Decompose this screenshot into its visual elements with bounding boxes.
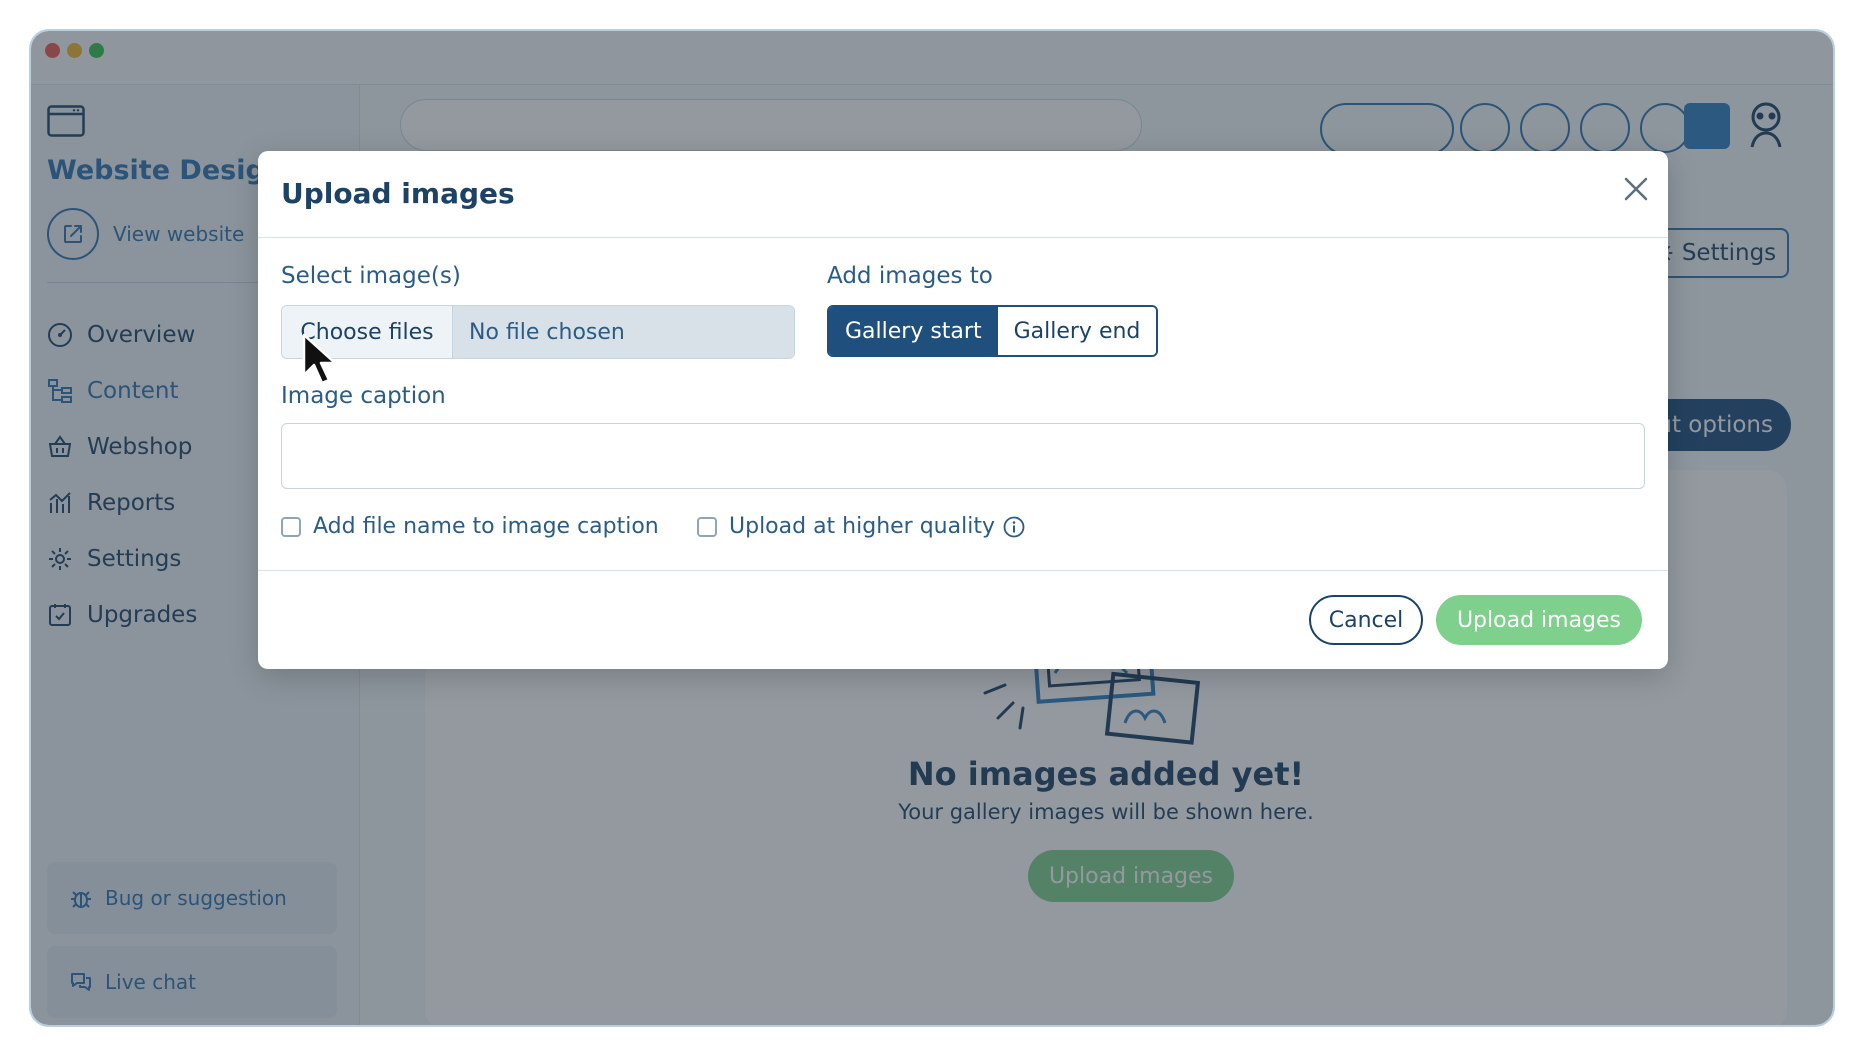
add-images-to-toggle: Gallery start Gallery end bbox=[827, 305, 1159, 357]
close-icon[interactable] bbox=[1620, 173, 1652, 205]
gallery-start-option[interactable]: Gallery start bbox=[829, 307, 998, 355]
file-input[interactable]: Choose files No file chosen bbox=[281, 305, 795, 359]
upload-images-modal: Upload images Select image(s) Choose fil… bbox=[258, 151, 1668, 669]
modal-header-divider bbox=[258, 237, 1668, 238]
browser-window: Website Design View website Overview Con… bbox=[29, 29, 1835, 1027]
add-images-to-label: Add images to bbox=[827, 263, 993, 289]
filename-caption-checkbox-row[interactable]: Add file name to image caption bbox=[281, 514, 659, 539]
filename-caption-label: Add file name to image caption bbox=[313, 514, 659, 539]
image-caption-input[interactable] bbox=[281, 423, 1645, 489]
higher-quality-checkbox[interactable] bbox=[697, 516, 717, 537]
upload-images-button[interactable]: Upload images bbox=[1436, 595, 1642, 645]
gallery-end-option[interactable]: Gallery end bbox=[997, 307, 1157, 355]
filename-caption-checkbox[interactable] bbox=[281, 516, 301, 537]
higher-quality-checkbox-row[interactable]: Upload at higher quality bbox=[697, 514, 1025, 539]
modal-title: Upload images bbox=[281, 177, 515, 210]
file-status-text: No file chosen bbox=[453, 306, 794, 358]
select-images-label: Select image(s) bbox=[281, 263, 461, 289]
info-icon[interactable] bbox=[1003, 516, 1025, 538]
higher-quality-label: Upload at higher quality bbox=[729, 514, 995, 539]
modal-footer-divider bbox=[258, 570, 1668, 571]
cancel-button[interactable]: Cancel bbox=[1309, 595, 1423, 645]
mouse-pointer-icon bbox=[302, 333, 337, 385]
